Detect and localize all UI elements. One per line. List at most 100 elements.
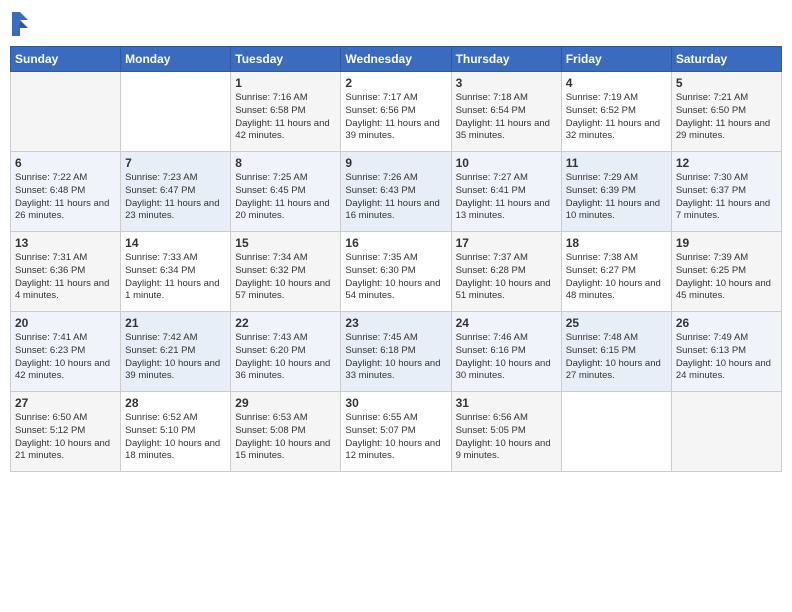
calendar-cell: 18 Sunrise: 7:38 AMSunset: 6:27 PMDayligh…	[561, 232, 671, 312]
day-number: 3	[456, 76, 557, 90]
calendar-cell: 23 Sunrise: 7:45 AMSunset: 6:18 PMDayligh…	[341, 312, 451, 392]
day-number: 24	[456, 316, 557, 330]
cell-info: Sunrise: 7:34 AMSunset: 6:32 PMDaylight:…	[235, 252, 336, 303]
calendar-cell: 25Sunrise: 7:48 AMSunset: 6:15 PMDayligh…	[561, 312, 671, 392]
day-number: 15	[235, 236, 336, 250]
day-number: 7	[125, 156, 226, 170]
cell-info: Sunrise: 6:53 AMSunset: 5:08 PMDaylight:…	[235, 412, 336, 463]
week-row-4: 20 Sunrise: 7:41 AMSunset: 6:23 PMDayligh…	[11, 312, 782, 392]
cell-info: Sunrise: 7:46 AMSunset: 6:16 PMDaylight:…	[456, 332, 557, 383]
cell-info: Sunrise: 7:22 AMSunset: 6:48 PMDaylight:…	[15, 172, 116, 223]
cell-info: Sunrise: 7:26 AMSunset: 6:43 PMDaylight:…	[345, 172, 446, 223]
cell-info: Sunrise: 6:50 AMSunset: 5:12 PMDaylight:…	[15, 412, 116, 463]
cell-info: Sunrise: 7:35 AMSunset: 6:30 PMDaylight:…	[345, 252, 446, 303]
day-number: 8	[235, 156, 336, 170]
calendar-cell: 29 Sunrise: 6:53 AMSunset: 5:08 PMDayligh…	[231, 392, 341, 472]
cell-info: Sunrise: 6:55 AMSunset: 5:07 PMDaylight:…	[345, 412, 446, 463]
cell-info: Sunrise: 7:30 AMSunset: 6:37 PMDaylight:…	[676, 172, 777, 223]
cell-info: Sunrise: 7:33 AMSunset: 6:34 PMDaylight:…	[125, 252, 226, 303]
col-header-thursday: Thursday	[451, 47, 561, 72]
calendar-cell: 20 Sunrise: 7:41 AMSunset: 6:23 PMDayligh…	[11, 312, 121, 392]
day-number: 22	[235, 316, 336, 330]
calendar-cell: 16 Sunrise: 7:35 AMSunset: 6:30 PMDayligh…	[341, 232, 451, 312]
cell-info: Sunrise: 7:49 AMSunset: 6:13 PMDaylight:…	[676, 332, 777, 383]
day-number: 16	[345, 236, 446, 250]
day-number: 19	[676, 236, 777, 250]
calendar-cell	[561, 392, 671, 472]
calendar-cell: 30 Sunrise: 6:55 AMSunset: 5:07 PMDayligh…	[341, 392, 451, 472]
day-number: 29	[235, 396, 336, 410]
col-header-saturday: Saturday	[671, 47, 781, 72]
day-number: 10	[456, 156, 557, 170]
cell-info: Sunrise: 7:21 AMSunset: 6:50 PMDaylight:…	[676, 92, 777, 143]
day-number: 9	[345, 156, 446, 170]
calendar-cell	[671, 392, 781, 472]
day-number: 28	[125, 396, 226, 410]
calendar-cell: 10Sunrise: 7:27 AMSunset: 6:41 PMDayligh…	[451, 152, 561, 232]
col-header-wednesday: Wednesday	[341, 47, 451, 72]
calendar-cell: 11 Sunrise: 7:29 AMSunset: 6:39 PMDayligh…	[561, 152, 671, 232]
calendar-cell: 12 Sunrise: 7:30 AMSunset: 6:37 PMDayligh…	[671, 152, 781, 232]
day-number: 6	[15, 156, 116, 170]
cell-info: Sunrise: 6:52 AMSunset: 5:10 PMDaylight:…	[125, 412, 226, 463]
col-header-monday: Monday	[121, 47, 231, 72]
cell-info: Sunrise: 7:38 AMSunset: 6:27 PMDaylight:…	[566, 252, 667, 303]
calendar-cell: 19 Sunrise: 7:39 AMSunset: 6:25 PMDayligh…	[671, 232, 781, 312]
cell-info: Sunrise: 7:42 AMSunset: 6:21 PMDaylight:…	[125, 332, 226, 383]
day-number: 12	[676, 156, 777, 170]
calendar-cell: 14 Sunrise: 7:33 AMSunset: 6:34 PMDayligh…	[121, 232, 231, 312]
cell-info: Sunrise: 7:25 AMSunset: 6:45 PMDaylight:…	[235, 172, 336, 223]
cell-info: Sunrise: 7:43 AMSunset: 6:20 PMDaylight:…	[235, 332, 336, 383]
calendar-cell: 1Sunrise: 7:16 AMSunset: 6:58 PMDaylight…	[231, 72, 341, 152]
cell-info: Sunrise: 7:39 AMSunset: 6:25 PMDaylight:…	[676, 252, 777, 303]
calendar-cell: 15 Sunrise: 7:34 AMSunset: 6:32 PMDayligh…	[231, 232, 341, 312]
calendar-cell: 4 Sunrise: 7:19 AMSunset: 6:52 PMDaylight…	[561, 72, 671, 152]
cell-info: Sunrise: 7:19 AMSunset: 6:52 PMDaylight:…	[566, 92, 667, 143]
calendar-cell	[11, 72, 121, 152]
day-number: 20	[15, 316, 116, 330]
week-row-1: 1Sunrise: 7:16 AMSunset: 6:58 PMDaylight…	[11, 72, 782, 152]
calendar-cell: 13Sunrise: 7:31 AMSunset: 6:36 PMDayligh…	[11, 232, 121, 312]
calendar-cell: 22 Sunrise: 7:43 AMSunset: 6:20 PMDayligh…	[231, 312, 341, 392]
day-number: 4	[566, 76, 667, 90]
cell-info: Sunrise: 7:41 AMSunset: 6:23 PMDaylight:…	[15, 332, 116, 383]
col-header-tuesday: Tuesday	[231, 47, 341, 72]
calendar-cell: 8 Sunrise: 7:25 AMSunset: 6:45 PMDaylight…	[231, 152, 341, 232]
cell-info: Sunrise: 7:18 AMSunset: 6:54 PMDaylight:…	[456, 92, 557, 143]
day-number: 11	[566, 156, 667, 170]
calendar-cell: 26Sunrise: 7:49 AMSunset: 6:13 PMDayligh…	[671, 312, 781, 392]
cell-info: Sunrise: 7:17 AMSunset: 6:56 PMDaylight:…	[345, 92, 446, 143]
week-row-2: 6 Sunrise: 7:22 AMSunset: 6:48 PMDaylight…	[11, 152, 782, 232]
day-number: 30	[345, 396, 446, 410]
calendar-cell: 27 Sunrise: 6:50 AMSunset: 5:12 PMDayligh…	[11, 392, 121, 472]
day-number: 18	[566, 236, 667, 250]
calendar-cell: 17 Sunrise: 7:37 AMSunset: 6:28 PMDayligh…	[451, 232, 561, 312]
cell-info: Sunrise: 6:56 AMSunset: 5:05 PMDaylight:…	[456, 412, 557, 463]
calendar-cell: 24 Sunrise: 7:46 AMSunset: 6:16 PMDayligh…	[451, 312, 561, 392]
calendar-cell: 2 Sunrise: 7:17 AMSunset: 6:56 PMDaylight…	[341, 72, 451, 152]
cell-info: Sunrise: 7:37 AMSunset: 6:28 PMDaylight:…	[456, 252, 557, 303]
calendar-cell: 31Sunrise: 6:56 AMSunset: 5:05 PMDayligh…	[451, 392, 561, 472]
header-row: SundayMondayTuesdayWednesdayThursdayFrid…	[11, 47, 782, 72]
calendar-cell: 5 Sunrise: 7:21 AMSunset: 6:50 PMDaylight…	[671, 72, 781, 152]
day-number: 25	[566, 316, 667, 330]
logo	[10, 10, 34, 38]
cell-info: Sunrise: 7:29 AMSunset: 6:39 PMDaylight:…	[566, 172, 667, 223]
cell-info: Sunrise: 7:45 AMSunset: 6:18 PMDaylight:…	[345, 332, 446, 383]
day-number: 13	[15, 236, 116, 250]
calendar-cell: 21 Sunrise: 7:42 AMSunset: 6:21 PMDayligh…	[121, 312, 231, 392]
logo-icon	[10, 10, 30, 38]
day-number: 1	[235, 76, 336, 90]
day-number: 5	[676, 76, 777, 90]
week-row-3: 13Sunrise: 7:31 AMSunset: 6:36 PMDayligh…	[11, 232, 782, 312]
day-number: 23	[345, 316, 446, 330]
day-number: 27	[15, 396, 116, 410]
calendar-cell: 9 Sunrise: 7:26 AMSunset: 6:43 PMDaylight…	[341, 152, 451, 232]
calendar-table: SundayMondayTuesdayWednesdayThursdayFrid…	[10, 46, 782, 472]
day-number: 21	[125, 316, 226, 330]
day-number: 17	[456, 236, 557, 250]
col-header-sunday: Sunday	[11, 47, 121, 72]
day-number: 2	[345, 76, 446, 90]
day-number: 14	[125, 236, 226, 250]
calendar-cell: 7Sunrise: 7:23 AMSunset: 6:47 PMDaylight…	[121, 152, 231, 232]
